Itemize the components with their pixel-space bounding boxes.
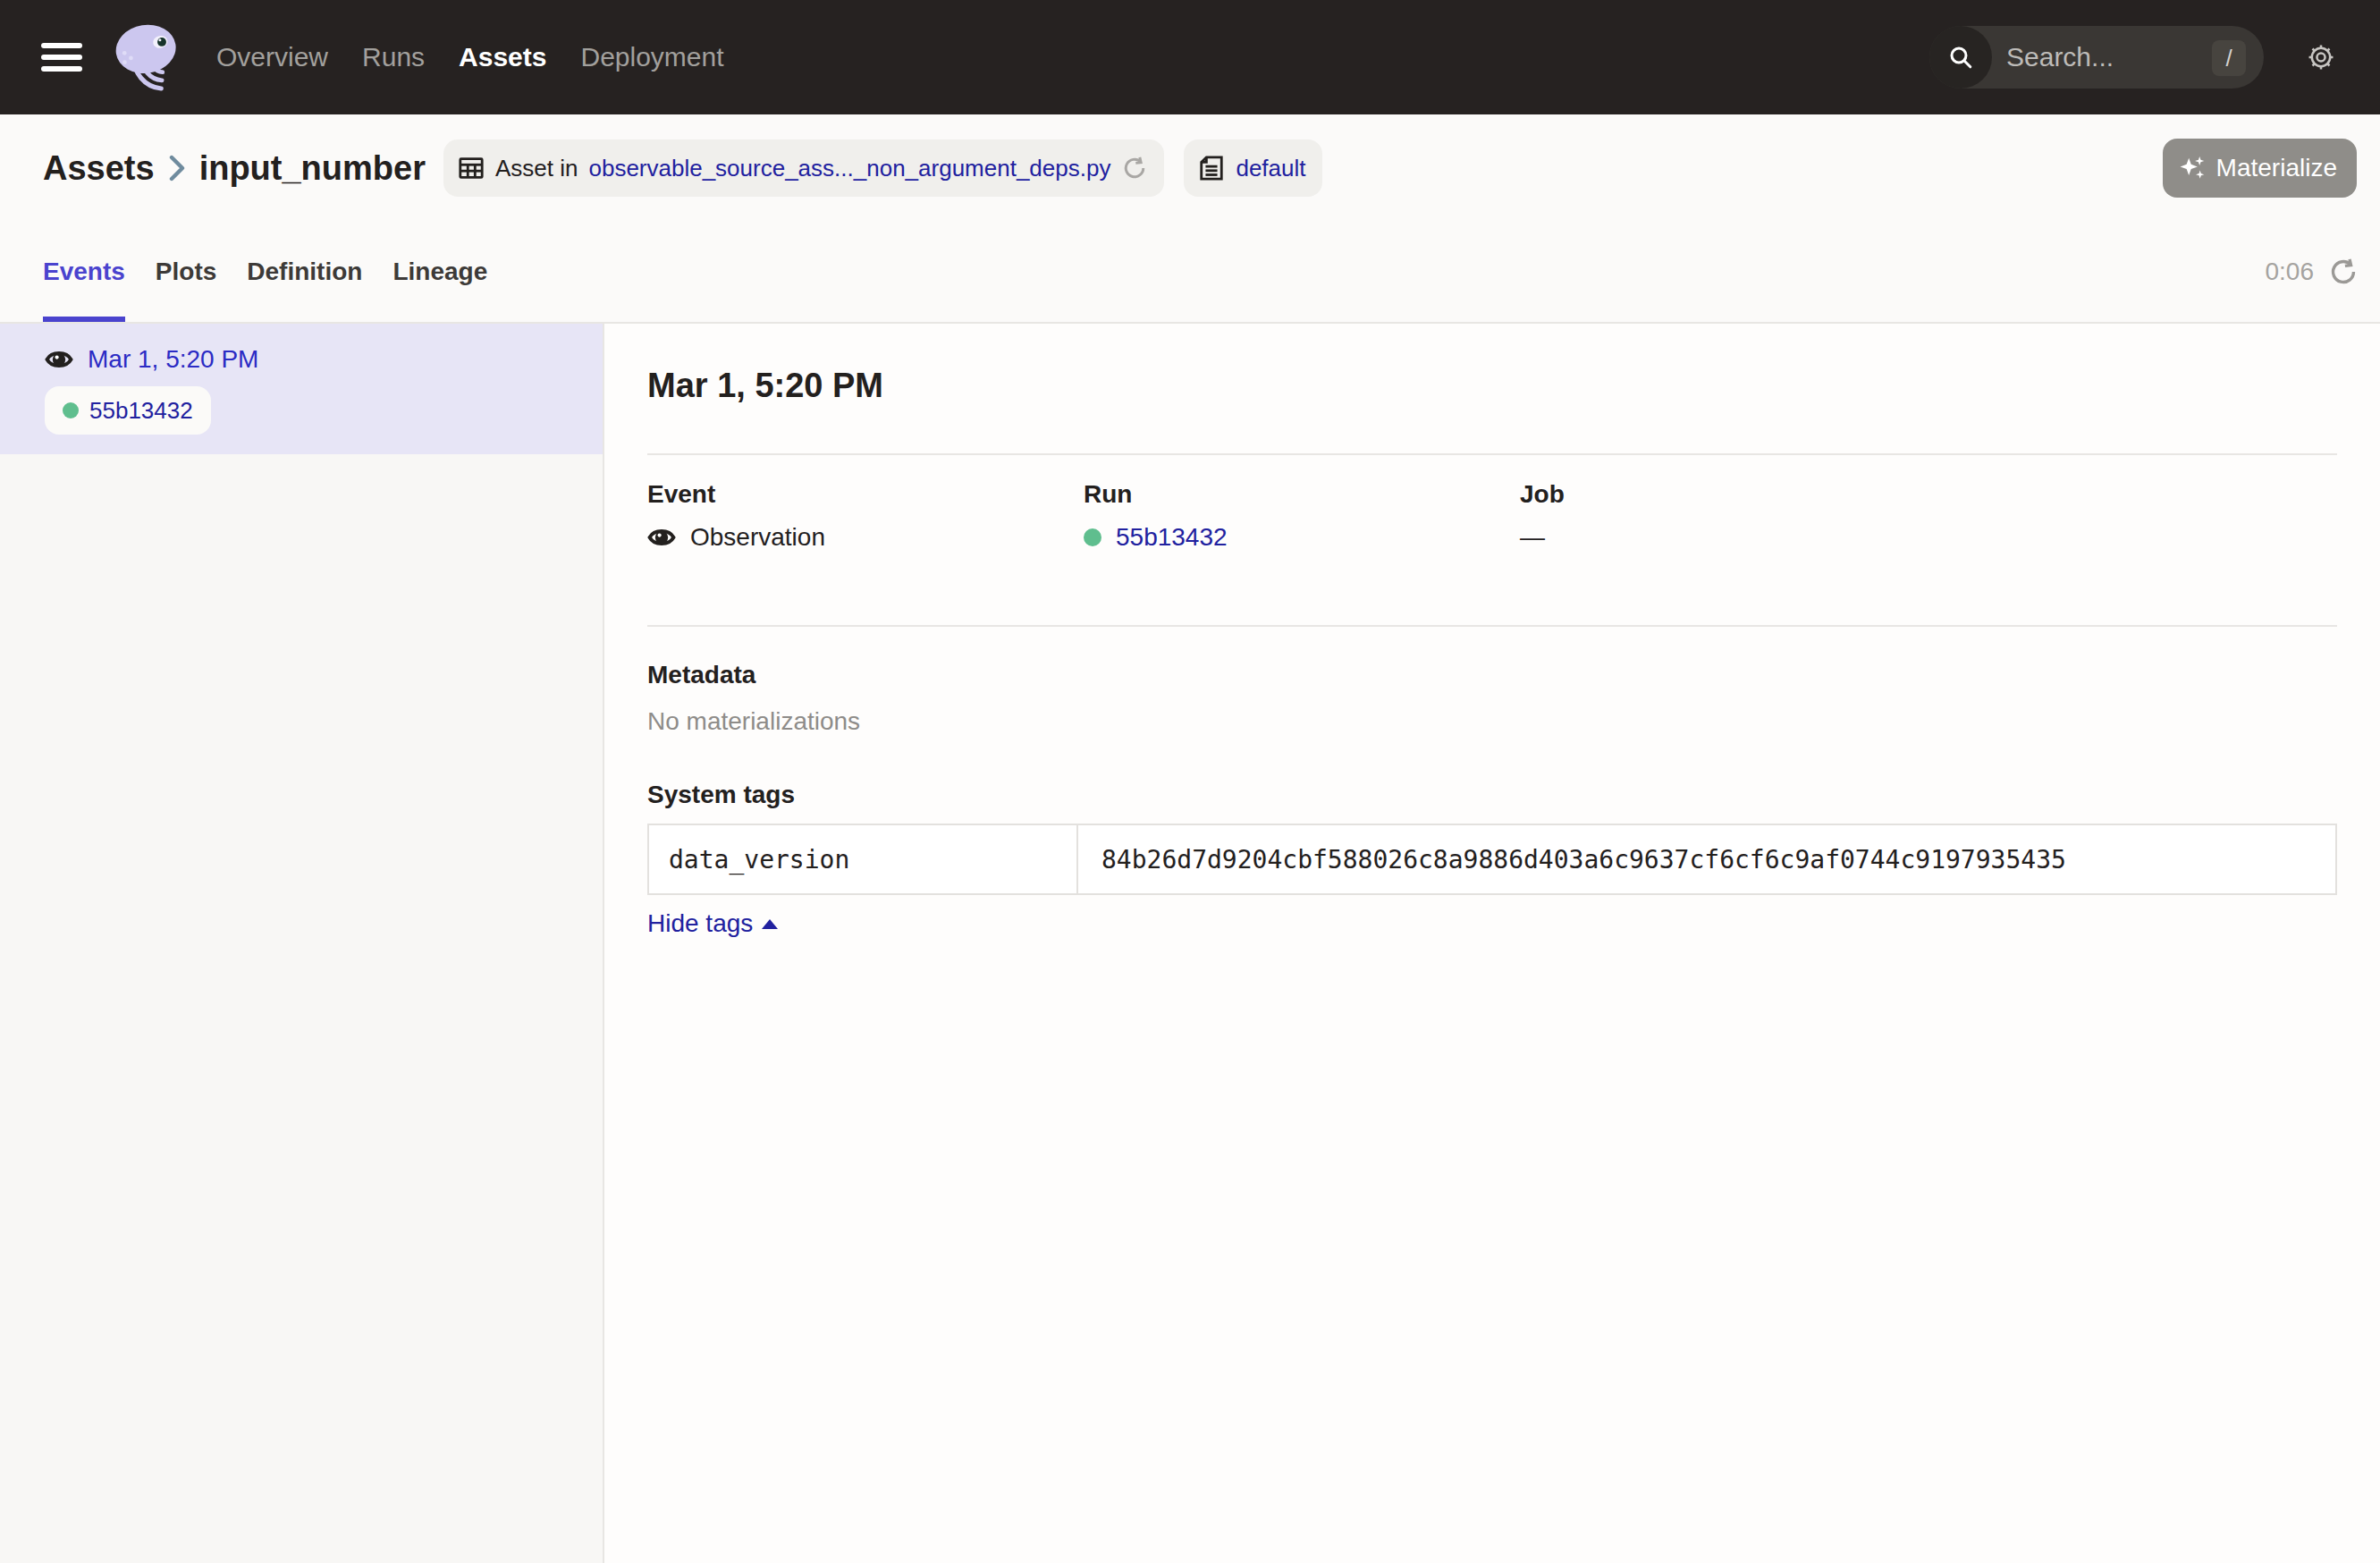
metadata-heading: Metadata [647,661,2337,689]
breadcrumb-row: Assets input_number Asset in observable_… [0,114,2380,222]
job-column-header: Job [1520,480,1956,509]
table-icon [458,155,485,182]
event-detail-title: Mar 1, 5:20 PM [647,367,2337,405]
reload-icon[interactable] [1121,155,1148,182]
system-tags-table: data_version 84b26d7d9204cbf588026c8a988… [647,824,2337,895]
top-nav: Overview Runs Assets Deployment Search..… [0,0,2380,114]
table-row: data_version 84b26d7d9204cbf588026c8a988… [648,824,2336,894]
event-run-id[interactable]: 55b13432 [89,397,193,425]
tab-lineage[interactable]: Lineage [392,222,487,322]
nav-runs[interactable]: Runs [362,42,425,72]
tab-plots[interactable]: Plots [156,222,216,322]
primary-nav: Overview Runs Assets Deployment [216,42,724,72]
app-root: Overview Runs Assets Deployment Search..… [0,0,2380,1563]
event-list-item[interactable]: Mar 1, 5:20 PM 55b13432 [0,324,603,454]
dagster-logo[interactable] [114,23,182,91]
job-value: — [1520,523,1545,552]
tab-definition[interactable]: Definition [247,222,362,322]
events-sidebar: Mar 1, 5:20 PM 55b13432 [0,324,604,1563]
run-status-dot [63,402,79,418]
breadcrumb-assets[interactable]: Assets [43,149,155,188]
asset-definition-tag: Asset in observable_source_ass..._non_ar… [443,139,1164,197]
event-timestamp[interactable]: Mar 1, 5:20 PM [88,345,258,374]
hide-tags-link[interactable]: Hide tags [647,909,778,938]
breadcrumb-asset-name: input_number [199,149,426,188]
eye-icon [45,345,73,374]
event-run-tag[interactable]: 55b13432 [45,386,211,435]
search-shortcut-key: / [2212,40,2246,76]
repository-name[interactable]: default [1236,155,1305,182]
nav-assets[interactable]: Assets [459,42,546,72]
refresh-timer: 0:06 [2266,258,2315,286]
collapse-arrow-icon [762,919,778,929]
run-id-link[interactable]: 55b13432 [1116,523,1228,552]
eye-icon [647,523,676,552]
search-placeholder: Search... [2006,42,2114,72]
repo-icon [1198,155,1225,182]
repository-tag[interactable]: default [1184,139,1321,197]
run-status-dot [1084,528,1101,546]
sparkle-icon [2179,154,2207,182]
tag-value: 84b26d7d9204cbf588026c8a9886d403a6c9637c… [1077,824,2336,894]
event-type: Observation [690,523,825,552]
chevron-right-icon [169,155,185,182]
search-icon [1929,26,1992,89]
asset-in-label: Asset in [495,155,578,182]
menu-icon[interactable] [41,43,82,72]
system-tags-heading: System tags [647,781,2337,809]
event-column-header: Event [647,480,1084,509]
metadata-empty-text: No materializations [647,707,2337,736]
nav-overview[interactable]: Overview [216,42,328,72]
settings-gear-icon[interactable] [2298,34,2344,80]
event-detail-panel: Mar 1, 5:20 PM Event Observation Run 55b… [604,324,2380,1563]
breadcrumb: Assets input_number [43,149,426,188]
materialize-button[interactable]: Materialize [2163,139,2357,198]
search-input[interactable]: Search... / [1929,26,2264,89]
asset-definition-link[interactable]: observable_source_ass..._non_argument_de… [588,155,1110,182]
tab-events[interactable]: Events [43,222,125,322]
tabs-row: Events Plots Definition Lineage 0:06 [0,222,2380,324]
nav-deployment[interactable]: Deployment [580,42,723,72]
run-column-header: Run [1084,480,1520,509]
refresh-icon[interactable] [2328,257,2359,287]
tag-key: data_version [648,824,1077,894]
